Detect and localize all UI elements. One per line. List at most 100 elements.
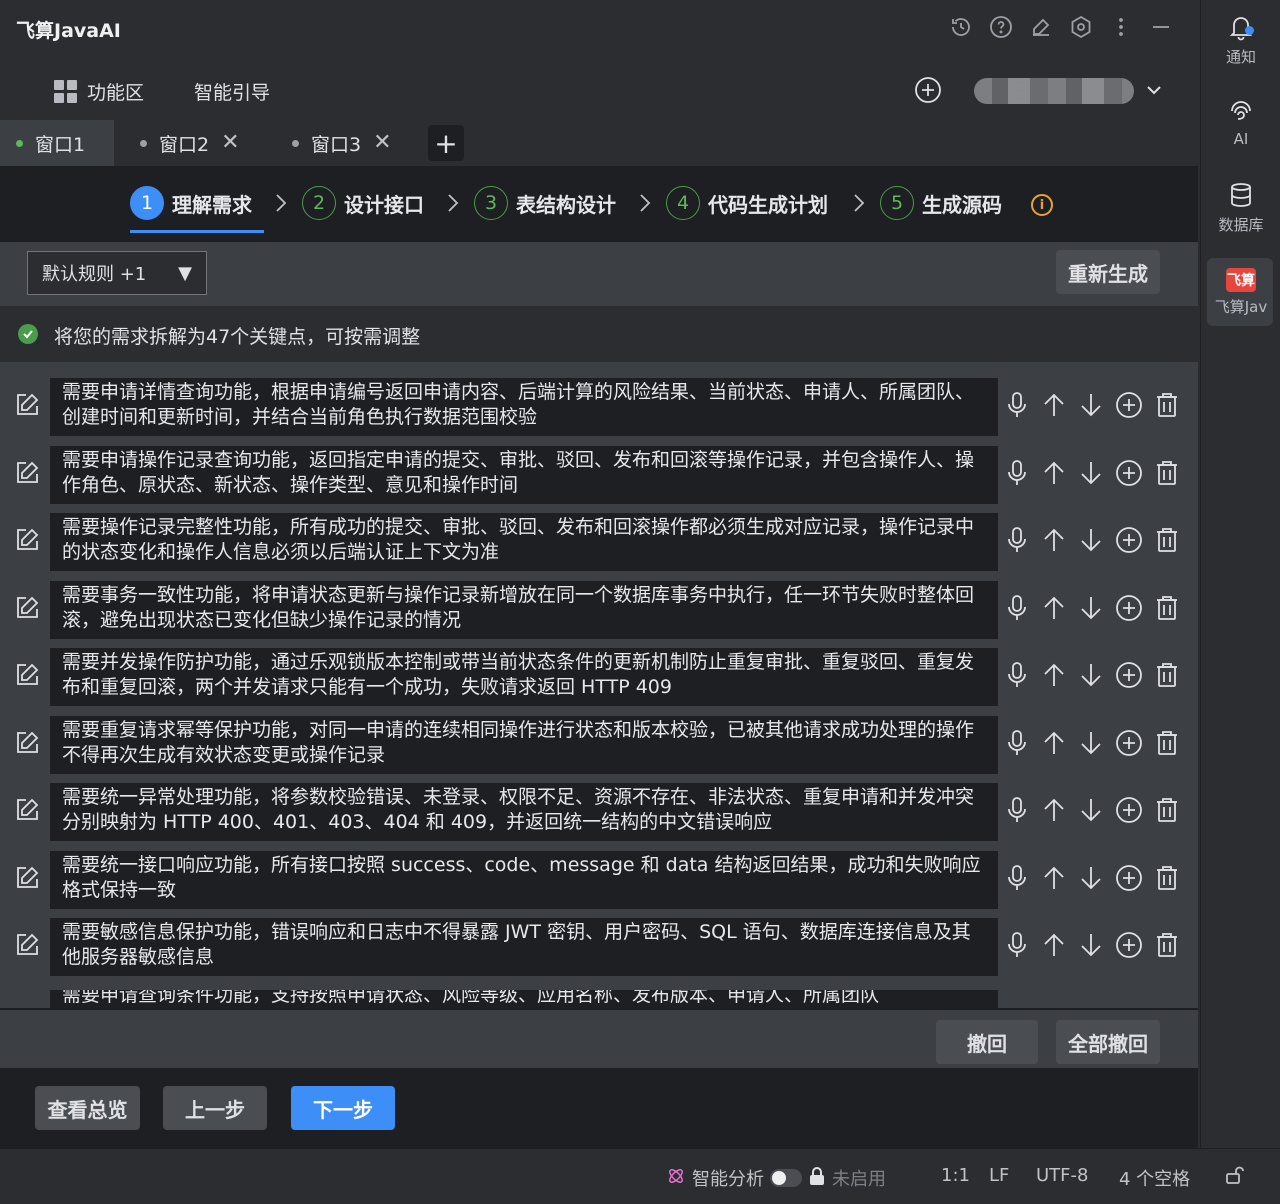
- nav-smart-guide[interactable]: 智能引导: [194, 78, 270, 105]
- arrow-down-icon[interactable]: [1078, 864, 1104, 896]
- add-circle-icon[interactable]: [1115, 594, 1143, 626]
- minimize-icon[interactable]: [1148, 14, 1174, 40]
- requirement-text[interactable]: 需要申请详情查询功能，根据申请编号返回申请内容、后端计算的风险结果、当前状态、申…: [50, 378, 998, 436]
- smart-analysis-toggle[interactable]: [770, 1169, 802, 1187]
- arrow-up-icon[interactable]: [1041, 661, 1067, 693]
- arrow-down-icon[interactable]: [1078, 594, 1104, 626]
- account-avatar[interactable]: [974, 78, 1134, 104]
- add-circle-icon[interactable]: [914, 76, 942, 108]
- microphone-icon[interactable]: [1004, 931, 1030, 963]
- line-ending[interactable]: LF: [989, 1165, 1009, 1186]
- microphone-icon[interactable]: [1004, 796, 1030, 828]
- trash-icon[interactable]: [1154, 864, 1180, 896]
- unlock-icon[interactable]: [1224, 1165, 1244, 1185]
- tab-window-1[interactable]: 窗口1: [0, 120, 114, 166]
- arrow-up-icon[interactable]: [1041, 594, 1067, 626]
- arrow-down-icon[interactable]: [1078, 796, 1104, 828]
- arrow-down-icon[interactable]: [1078, 391, 1104, 423]
- add-circle-icon[interactable]: [1115, 459, 1143, 491]
- step-4[interactable]: 4 代码生成计划: [666, 186, 828, 220]
- rail-ai[interactable]: AI: [1201, 96, 1280, 148]
- arrow-up-icon[interactable]: [1041, 931, 1067, 963]
- requirement-text[interactable]: 需要操作记录完整性功能，所有成功的提交、审批、驳回、发布和回滚操作都必须生成对应…: [50, 513, 998, 571]
- close-icon[interactable]: ✕: [221, 132, 239, 154]
- step-2[interactable]: 2 设计接口: [302, 186, 424, 220]
- arrow-up-icon[interactable]: [1041, 391, 1067, 423]
- arrow-down-icon[interactable]: [1078, 931, 1104, 963]
- edit-icon[interactable]: [14, 460, 40, 490]
- rail-notifications[interactable]: 通知: [1201, 12, 1280, 67]
- trash-icon[interactable]: [1154, 729, 1180, 761]
- arrow-up-icon[interactable]: [1041, 864, 1067, 896]
- tab-window-3[interactable]: 窗口3 ✕: [276, 120, 408, 166]
- step-3[interactable]: 3 表结构设计: [474, 186, 616, 220]
- rail-feisuan[interactable]: 飞算 飞算Jav: [1201, 268, 1280, 317]
- chevron-down-icon[interactable]: [1144, 80, 1164, 104]
- indent-setting[interactable]: 4 个空格: [1119, 1165, 1190, 1191]
- requirement-text[interactable]: 需要申请操作记录查询功能，返回指定申请的提交、审批、驳回、发布和回滚等操作记录，…: [50, 446, 998, 504]
- nav-feature-area[interactable]: 功能区: [54, 78, 144, 105]
- undo-all-button[interactable]: 全部撤回: [1056, 1020, 1160, 1064]
- regenerate-button[interactable]: 重新生成: [1056, 250, 1160, 294]
- rail-database[interactable]: 数据库: [1201, 180, 1280, 235]
- microphone-icon[interactable]: [1004, 526, 1030, 558]
- settings-icon[interactable]: [1068, 14, 1094, 40]
- arrow-up-icon[interactable]: [1041, 729, 1067, 761]
- tab-window-2[interactable]: 窗口2 ✕: [124, 120, 256, 166]
- close-icon[interactable]: ✕: [373, 132, 391, 154]
- microphone-icon[interactable]: [1004, 459, 1030, 491]
- add-circle-icon[interactable]: [1115, 796, 1143, 828]
- trash-icon[interactable]: [1154, 391, 1180, 423]
- rules-dropdown[interactable]: 默认规则 +1 ▼: [27, 251, 207, 295]
- edit-icon[interactable]: [14, 932, 40, 962]
- arrow-up-icon[interactable]: [1041, 526, 1067, 558]
- microphone-icon[interactable]: [1004, 729, 1030, 761]
- step-5[interactable]: 5 生成源码: [880, 186, 1002, 220]
- add-circle-icon[interactable]: [1115, 931, 1143, 963]
- add-circle-icon[interactable]: [1115, 729, 1143, 761]
- add-circle-icon[interactable]: [1115, 864, 1143, 896]
- info-icon[interactable]: i: [1031, 194, 1053, 216]
- trash-icon[interactable]: [1154, 661, 1180, 693]
- trash-icon[interactable]: [1154, 526, 1180, 558]
- trash-icon[interactable]: [1154, 459, 1180, 491]
- microphone-icon[interactable]: [1004, 391, 1030, 423]
- requirement-text[interactable]: 需要并发操作防护功能，通过乐观锁版本控制或带当前状态条件的更新机制防止重复审批、…: [50, 648, 998, 706]
- file-encoding[interactable]: UTF-8: [1036, 1165, 1088, 1186]
- cursor-position[interactable]: 1:1: [941, 1165, 970, 1186]
- trash-icon[interactable]: [1154, 931, 1180, 963]
- overview-button[interactable]: 查看总览: [35, 1086, 140, 1130]
- trash-icon[interactable]: [1154, 594, 1180, 626]
- edit-icon[interactable]: [14, 595, 40, 625]
- edit-icon[interactable]: [14, 797, 40, 827]
- edit-icon[interactable]: [14, 865, 40, 895]
- edit-icon[interactable]: [14, 662, 40, 692]
- edit-icon[interactable]: [14, 392, 40, 422]
- help-icon[interactable]: [988, 14, 1014, 40]
- edit-icon[interactable]: [14, 730, 40, 760]
- arrow-up-icon[interactable]: [1041, 459, 1067, 491]
- more-icon[interactable]: [1108, 14, 1134, 40]
- requirement-text[interactable]: 需要事务一致性功能，将申请状态更新与操作记录新增放在同一个数据库事务中执行，任一…: [50, 581, 998, 639]
- edit-icon[interactable]: [1028, 14, 1054, 40]
- smart-analysis[interactable]: 智能分析 未启用: [666, 1165, 886, 1191]
- microphone-icon[interactable]: [1004, 594, 1030, 626]
- requirement-text[interactable]: 需要统一异常处理功能，将参数校验错误、未登录、权限不足、资源不存在、非法状态、重…: [50, 783, 998, 841]
- history-icon[interactable]: [948, 14, 974, 40]
- edit-icon[interactable]: [14, 527, 40, 557]
- requirement-text[interactable]: 需要敏感信息保护功能，错误响应和日志中不得暴露 JWT 密钥、用户密码、SQL …: [50, 918, 998, 976]
- trash-icon[interactable]: [1154, 796, 1180, 828]
- step-1[interactable]: 1 理解需求: [130, 186, 252, 220]
- microphone-icon[interactable]: [1004, 661, 1030, 693]
- arrow-up-icon[interactable]: [1041, 796, 1067, 828]
- arrow-down-icon[interactable]: [1078, 661, 1104, 693]
- microphone-icon[interactable]: [1004, 864, 1030, 896]
- add-circle-icon[interactable]: [1115, 661, 1143, 693]
- arrow-down-icon[interactable]: [1078, 729, 1104, 761]
- requirement-text[interactable]: 需要重复请求幂等保护功能，对同一申请的连续相同操作进行状态和版本校验，已被其他请…: [50, 716, 998, 774]
- prev-step-button[interactable]: 上一步: [163, 1086, 267, 1130]
- add-tab-button[interactable]: +: [428, 125, 464, 161]
- arrow-down-icon[interactable]: [1078, 526, 1104, 558]
- add-circle-icon[interactable]: [1115, 391, 1143, 423]
- arrow-down-icon[interactable]: [1078, 459, 1104, 491]
